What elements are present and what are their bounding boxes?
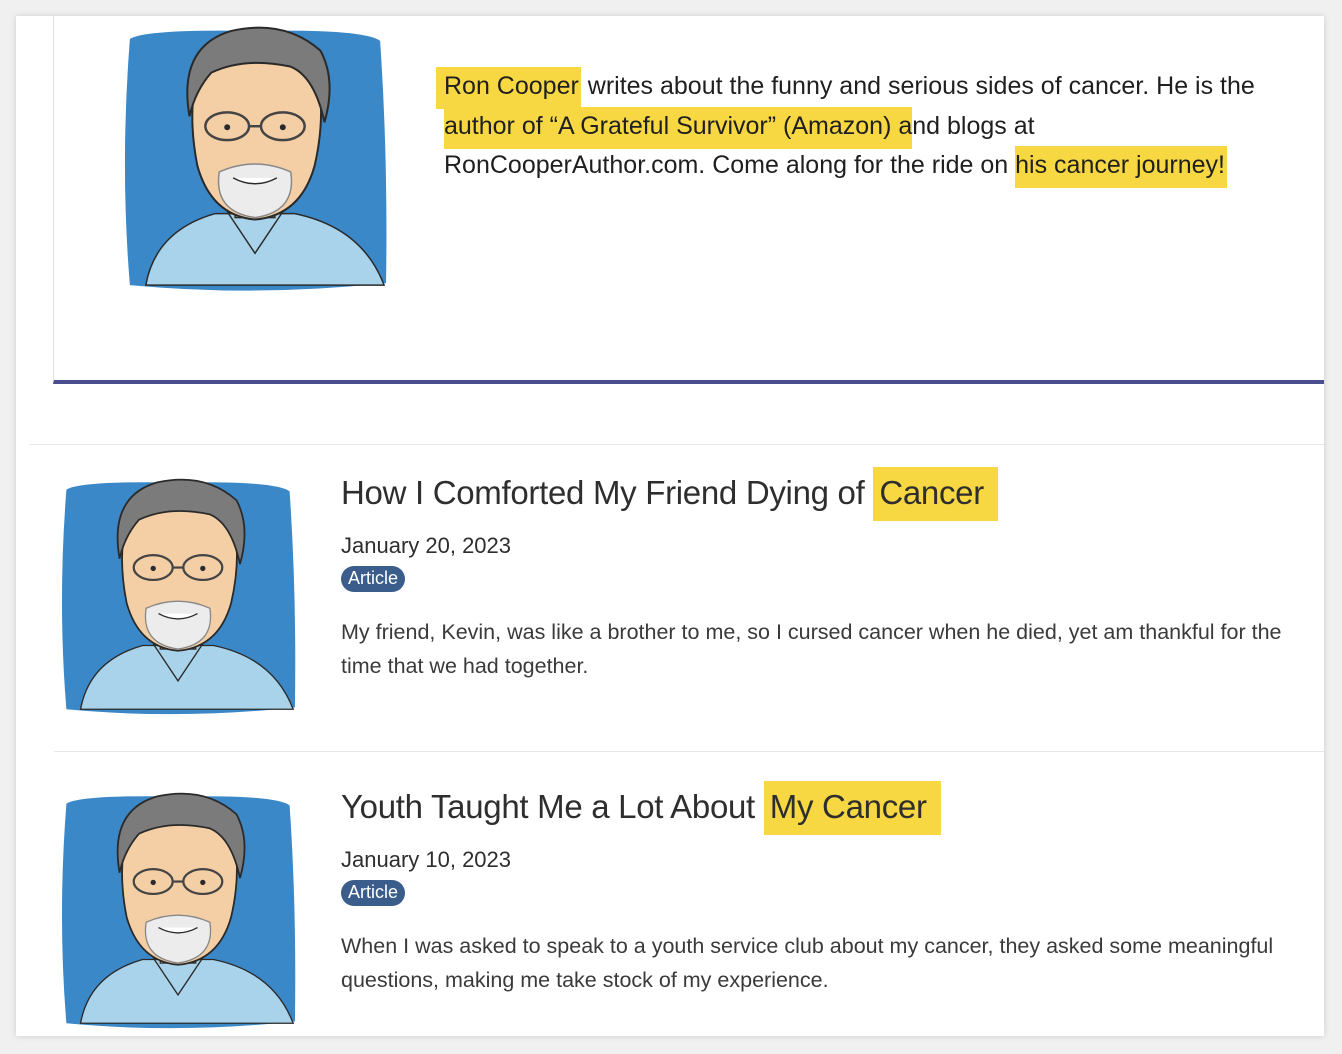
post-title-highlight[interactable]: My Cancer: [763, 781, 941, 835]
author-portrait: [123, 26, 388, 292]
divider: [54, 751, 1324, 752]
post-title-text[interactable]: Youth Taught Me a Lot About: [341, 788, 764, 825]
post-title[interactable]: How I Comforted My Friend Dying of Cance…: [341, 467, 998, 521]
post-excerpt: My friend, Kevin, was like a brother to …: [341, 620, 1282, 678]
divider: [30, 444, 1324, 445]
post-title-highlight[interactable]: Cancer: [873, 467, 998, 521]
author-bio-text: Ron Cooper writes about the funny and se…: [436, 67, 1294, 188]
post-thumbnail[interactable]: [54, 784, 302, 1034]
post-date: January 10, 2023: [341, 847, 512, 872]
author-bio-card: Ron Cooper writes about the funny and se…: [53, 16, 1324, 384]
page: Ron Cooper writes about the funny and se…: [16, 16, 1324, 1036]
post-type-badge[interactable]: Article: [341, 880, 406, 906]
post-thumbnail[interactable]: [54, 470, 302, 720]
post-title-text[interactable]: How I Comforted My Friend Dying of: [341, 474, 873, 511]
post-title[interactable]: Youth Taught Me a Lot About My Cancer: [341, 781, 941, 835]
author-name-highlight: Ron Cooper: [436, 67, 581, 109]
post-date: January 20, 2023: [341, 533, 512, 558]
cancer-journey-link[interactable]: his cancer journey!: [1015, 146, 1227, 188]
post-type-badge[interactable]: Article: [341, 566, 406, 592]
bio-text-part-1: writes about the funny and serious sides…: [580, 72, 1255, 100]
book-link[interactable]: author of “A Grateful Survivor” (Amazon)…: [444, 106, 913, 149]
post-excerpt: When I was asked to speak to a youth ser…: [341, 934, 1274, 992]
